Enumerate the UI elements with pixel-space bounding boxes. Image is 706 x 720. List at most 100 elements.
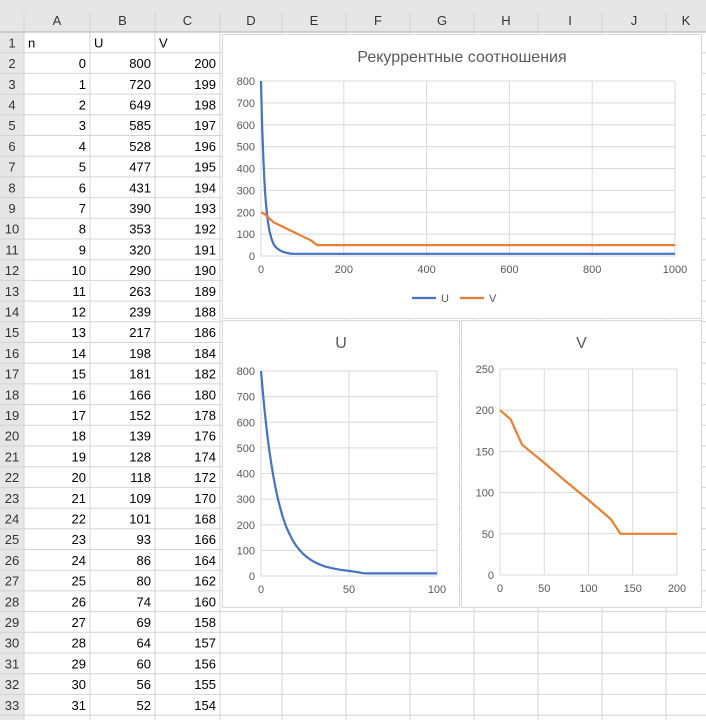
cell[interactable]: 52 <box>137 698 151 713</box>
cell[interactable]: 196 <box>194 139 216 154</box>
cell[interactable]: 1 <box>79 77 86 92</box>
cell[interactable]: 290 <box>129 263 151 278</box>
cell[interactable]: V <box>159 35 168 50</box>
cell[interactable]: 160 <box>194 594 216 609</box>
cell[interactable]: 3 <box>79 118 86 133</box>
row-header[interactable]: 26 <box>5 553 19 568</box>
row-header[interactable]: 17 <box>5 367 19 382</box>
row-header[interactable]: 7 <box>8 160 15 175</box>
cell[interactable]: 263 <box>129 284 151 299</box>
cell[interactable]: 180 <box>194 387 216 402</box>
cell[interactable]: 0 <box>79 56 86 71</box>
cell[interactable]: 5 <box>79 160 86 175</box>
cell[interactable]: 197 <box>194 118 216 133</box>
column-header[interactable]: A <box>53 13 62 28</box>
cell[interactable]: 29 <box>72 656 86 671</box>
row-header[interactable]: 14 <box>5 304 19 319</box>
cell[interactable]: 174 <box>194 449 216 464</box>
cell[interactable]: 155 <box>194 677 216 692</box>
cell[interactable]: 80 <box>137 574 151 589</box>
cell[interactable]: 20 <box>72 470 86 485</box>
row-header[interactable]: 24 <box>5 511 19 526</box>
cell[interactable]: 101 <box>129 511 151 526</box>
row-header[interactable]: 10 <box>5 222 19 237</box>
cell[interactable]: 198 <box>129 346 151 361</box>
cell[interactable]: 217 <box>129 325 151 340</box>
row-header[interactable]: 12 <box>5 263 19 278</box>
cell[interactable]: 93 <box>137 532 151 547</box>
row-header[interactable]: 4 <box>8 97 15 112</box>
cell[interactable]: 9 <box>79 242 86 257</box>
cell[interactable]: 21 <box>72 491 86 506</box>
cell[interactable]: 166 <box>194 532 216 547</box>
cell[interactable]: 30 <box>72 677 86 692</box>
cell[interactable]: 7 <box>79 201 86 216</box>
cell[interactable]: 170 <box>194 491 216 506</box>
cell[interactable]: U <box>94 35 103 50</box>
column-header[interactable]: B <box>118 13 127 28</box>
cell[interactable]: 69 <box>137 615 151 630</box>
cell[interactable]: 390 <box>129 201 151 216</box>
cell[interactable]: 128 <box>129 449 151 464</box>
row-header[interactable]: 20 <box>5 429 19 444</box>
cell[interactable]: 6 <box>79 180 86 195</box>
cell[interactable]: 86 <box>137 553 151 568</box>
row-header[interactable]: 27 <box>5 574 19 589</box>
cell[interactable]: 166 <box>129 387 151 402</box>
row-header[interactable]: 21 <box>5 449 19 464</box>
row-header[interactable]: 31 <box>5 656 19 671</box>
row-header[interactable]: 22 <box>5 470 19 485</box>
cell[interactable]: 199 <box>194 77 216 92</box>
row-header[interactable]: 1 <box>8 35 15 50</box>
cell[interactable]: 172 <box>194 470 216 485</box>
cell[interactable]: 585 <box>129 118 151 133</box>
row-header[interactable]: 30 <box>5 636 19 651</box>
cell[interactable]: 19 <box>72 449 86 464</box>
row-header[interactable]: 3 <box>8 77 15 92</box>
column-header[interactable]: J <box>631 13 638 28</box>
cell[interactable]: 189 <box>194 284 216 299</box>
cell[interactable]: 431 <box>129 180 151 195</box>
row-header[interactable]: 2 <box>8 56 15 71</box>
cell[interactable]: 23 <box>72 532 86 547</box>
cell[interactable]: 4 <box>79 139 86 154</box>
chart-u[interactable]: U 0 100 200 300 400 500 600 700 800 0 50 100 <box>222 320 460 608</box>
row-header[interactable]: 8 <box>8 180 15 195</box>
cell[interactable]: 184 <box>194 346 216 361</box>
cell[interactable]: 8 <box>79 222 86 237</box>
cell[interactable]: 24 <box>72 553 86 568</box>
cell[interactable]: 12 <box>72 304 86 319</box>
row-header[interactable]: 11 <box>5 242 19 257</box>
cell[interactable]: 239 <box>129 304 151 319</box>
cell[interactable]: 74 <box>137 594 151 609</box>
row-header[interactable]: 19 <box>5 408 19 423</box>
cell[interactable]: 27 <box>72 615 86 630</box>
cell[interactable]: 162 <box>194 574 216 589</box>
cell[interactable]: 17 <box>72 408 86 423</box>
row-header[interactable]: 16 <box>5 346 19 361</box>
cell[interactable]: 320 <box>129 242 151 257</box>
cell[interactable]: 193 <box>194 201 216 216</box>
row-header[interactable]: 9 <box>8 201 15 216</box>
cell[interactable]: 56 <box>137 677 151 692</box>
row-header[interactable]: 6 <box>8 139 15 154</box>
column-header[interactable]: F <box>374 13 382 28</box>
cell[interactable]: 528 <box>129 139 151 154</box>
cell[interactable]: 720 <box>129 77 151 92</box>
cell[interactable]: 14 <box>72 346 86 361</box>
cell[interactable]: 195 <box>194 160 216 175</box>
cell[interactable]: 154 <box>194 698 216 713</box>
cell[interactable]: 25 <box>72 574 86 589</box>
column-header[interactable]: H <box>501 13 510 28</box>
row-header[interactable]: 13 <box>5 284 19 299</box>
row-header[interactable]: 32 <box>5 677 19 692</box>
cell[interactable]: 192 <box>194 222 216 237</box>
cell[interactable]: 156 <box>194 656 216 671</box>
chart-recurrence[interactable]: Рекуррентные соотношения 0 100 200 300 400 50… <box>222 34 702 319</box>
cell[interactable]: 16 <box>72 387 86 402</box>
column-header[interactable]: K <box>682 13 691 28</box>
cell[interactable]: 198 <box>194 97 216 112</box>
cell[interactable]: 200 <box>194 56 216 71</box>
row-header[interactable]: 33 <box>5 698 19 713</box>
cell[interactable]: 353 <box>129 222 151 237</box>
